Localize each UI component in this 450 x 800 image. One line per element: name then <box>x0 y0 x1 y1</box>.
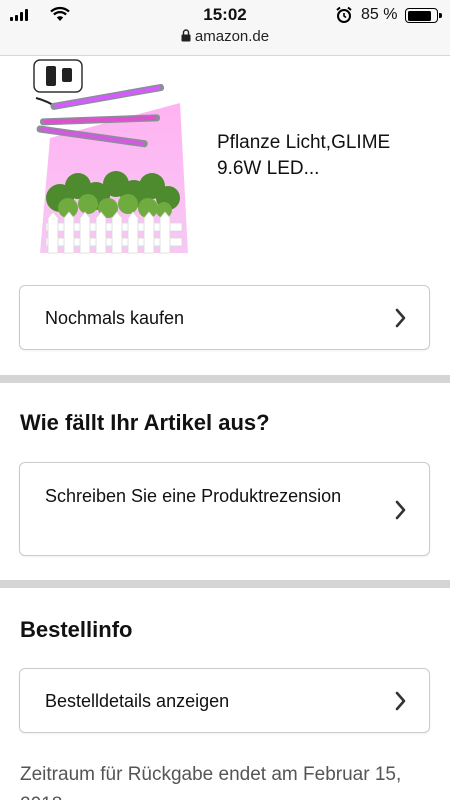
return-window-note: Zeitraum für Rückgabe endet am Februar 1… <box>20 764 402 800</box>
product-title[interactable]: Pflanze Licht,GLIME 9.6W LED... <box>217 130 437 182</box>
url-text: amazon.de <box>194 28 270 45</box>
browser-top-bar: 15:02 85 % amazon.de <box>0 0 450 56</box>
section-divider <box>0 580 450 588</box>
order-info-heading: Bestellinfo <box>20 617 133 642</box>
review-section-heading: Wie fällt Ihr Artikel aus? <box>20 410 270 435</box>
battery-icon <box>405 8 442 23</box>
section-divider <box>0 375 450 383</box>
buy-again-button[interactable]: Nochmals kaufen <box>19 285 430 350</box>
battery-percentage: 85 % <box>361 6 398 23</box>
lock-icon <box>181 29 191 42</box>
chevron-right-icon <box>395 691 406 711</box>
view-order-details-label: Bestelldetails anzeigen <box>45 691 230 711</box>
write-review-button[interactable]: Schreiben Sie eine Produktrezension <box>19 462 430 556</box>
chevron-right-icon <box>395 308 406 328</box>
view-order-details-button[interactable]: Bestelldetails anzeigen <box>19 668 430 733</box>
write-review-label: Schreiben Sie eine Produktrezension <box>45 486 342 506</box>
buy-again-label: Nochmals kaufen <box>45 308 185 328</box>
chevron-right-icon <box>395 500 406 520</box>
address-bar[interactable]: amazon.de <box>0 28 450 45</box>
alarm-clock-icon <box>336 6 352 23</box>
status-bar: 15:02 85 % <box>0 0 450 28</box>
product-image[interactable] <box>30 58 190 258</box>
